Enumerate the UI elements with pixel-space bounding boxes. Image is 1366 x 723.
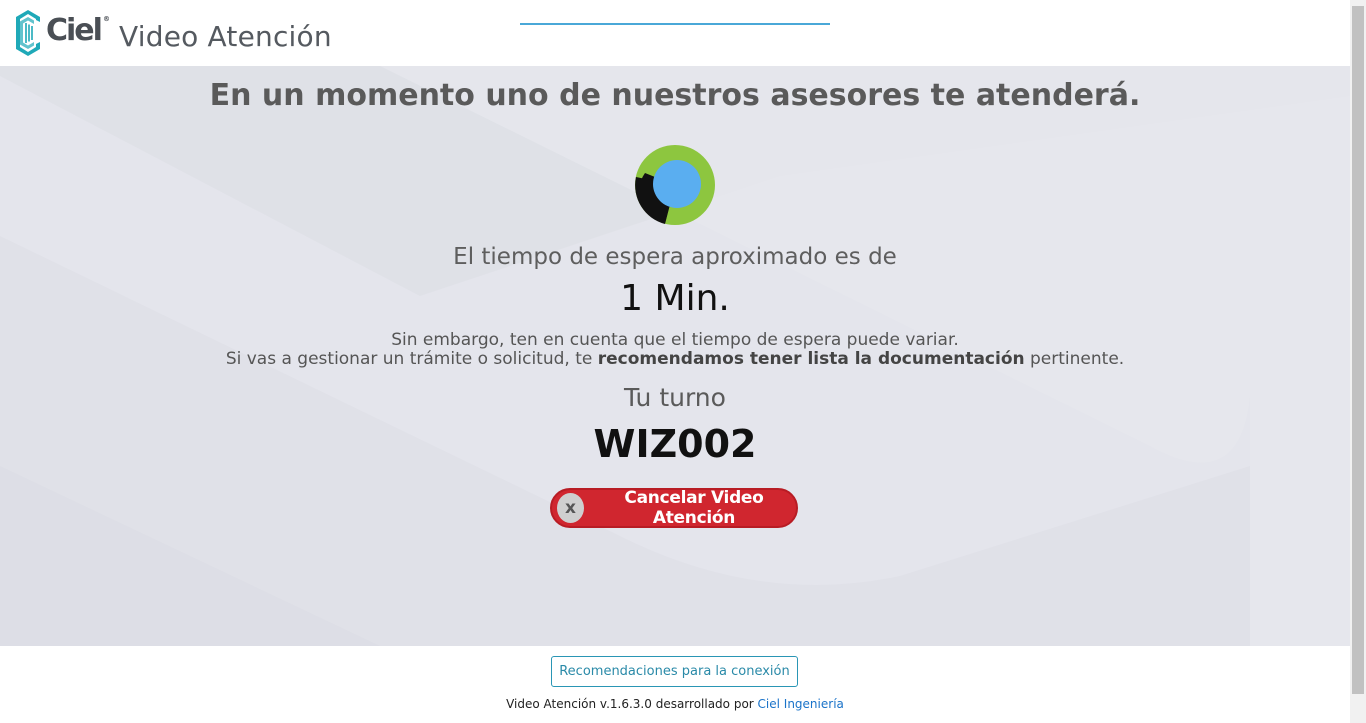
wait-note-line1: Sin embargo, ten en cuenta que el tiempo… — [391, 330, 959, 350]
ciel-logo: Ciel ® — [14, 8, 110, 58]
loading-spinner-icon — [635, 145, 715, 225]
wait-time-label: El tiempo de espera aproximado es de — [453, 244, 897, 270]
cancel-video-label: Cancelar Video Atención — [624, 488, 764, 528]
cancel-video-button[interactable]: x Cancelar Video Atención — [550, 488, 798, 528]
turn-label: Tu turno — [624, 383, 726, 412]
wait-time-value: 1 Min. — [620, 278, 730, 319]
wait-note-emphasis: recomendamos tener lista la documentació… — [597, 349, 1025, 369]
vertical-scrollbar[interactable] — [1350, 0, 1366, 723]
footer: Recomendaciones para la conexión Video A… — [0, 646, 1350, 723]
ciel-ingenieria-link[interactable]: Ciel Ingeniería — [758, 697, 844, 711]
waiting-panel: En un momento uno de nuestros asesores t… — [0, 66, 1350, 646]
wait-note: Sin embargo, ten en cuenta que el tiempo… — [0, 331, 1350, 369]
wait-note-line2: Si vas a gestionar un trámite o solicitu… — [225, 349, 1125, 369]
version-credits: Video Atención v.1.6.3.0 desarrollado po… — [506, 697, 844, 711]
header: Ciel ® Video Atención — [0, 0, 1350, 66]
scrollbar-thumb[interactable] — [1352, 6, 1364, 694]
waiting-headline: En un momento uno de nuestros asesores t… — [209, 78, 1141, 113]
connection-recommendations-button[interactable]: Recomendaciones para la conexión — [551, 656, 798, 687]
close-icon: x — [557, 493, 584, 523]
ciel-logo-icon — [16, 10, 40, 56]
turn-value: WIZ002 — [593, 422, 757, 466]
progress-line — [520, 23, 830, 25]
logo-wordmark: Ciel ® — [46, 12, 110, 48]
app-title: Video Atención — [119, 20, 332, 53]
